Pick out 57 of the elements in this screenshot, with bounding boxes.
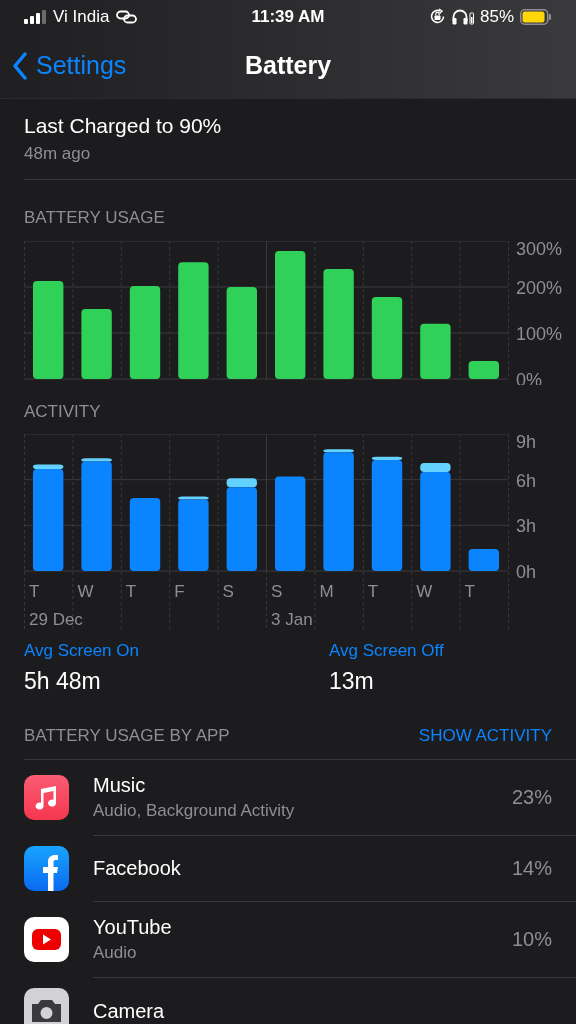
back-chevron-icon bbox=[12, 51, 28, 80]
axis-label: 3h bbox=[516, 516, 537, 537]
axis-label: 9h bbox=[516, 434, 537, 452]
clock-time: 11:39 AM bbox=[251, 5, 325, 28]
axis-label: 200% bbox=[516, 278, 563, 298]
chart-bar bbox=[420, 323, 451, 379]
youtube-icon bbox=[24, 917, 69, 962]
music-note-icon bbox=[24, 775, 69, 820]
app-usage-percent: 10% bbox=[511, 927, 552, 952]
app-name: YouTube bbox=[93, 915, 173, 940]
axis-label: T bbox=[125, 582, 137, 601]
app-name: Music bbox=[93, 773, 147, 798]
axis-label: 300% bbox=[516, 241, 563, 259]
app-usage-percent: 14% bbox=[511, 856, 552, 881]
axis-label: 6h bbox=[516, 470, 537, 491]
carrier-name: Vi India bbox=[53, 5, 110, 28]
section-header: ACTIVITY bbox=[24, 401, 102, 423]
orientation-lock-icon bbox=[428, 8, 446, 25]
app-name: Camera bbox=[93, 998, 166, 1024]
last-charged-time: 48m ago bbox=[24, 143, 92, 165]
axis-label: T bbox=[464, 582, 475, 601]
axis-label: S bbox=[222, 582, 234, 601]
axis-label: T bbox=[367, 582, 379, 601]
axis-label: 100% bbox=[516, 324, 563, 344]
axis-label: S bbox=[271, 582, 283, 601]
app-activity: Audio bbox=[93, 942, 138, 964]
axis-label: W bbox=[416, 582, 433, 601]
headphones-icon bbox=[451, 8, 474, 25]
link-icon bbox=[116, 9, 139, 24]
axis-label: 0h bbox=[516, 562, 537, 582]
average-value: 5h 48m bbox=[24, 667, 102, 696]
battery-percentage: 85% bbox=[479, 5, 514, 28]
chart-bar bbox=[81, 309, 112, 379]
last-charged-title: Last Charged to 90% bbox=[24, 113, 223, 139]
chart-bar bbox=[468, 548, 499, 571]
date-label: 3 Jan bbox=[271, 610, 313, 629]
app-activity: Audio, Background Activity bbox=[93, 800, 296, 822]
app-usage-percent: 23% bbox=[511, 785, 552, 810]
page-title: Battery bbox=[244, 49, 332, 81]
show-activity-link[interactable]: SHOW ACTIVITY bbox=[418, 723, 552, 749]
facebook-icon bbox=[24, 846, 69, 891]
axis-label: W bbox=[77, 582, 94, 601]
battery-icon bbox=[520, 8, 552, 25]
section-header: BATTERY USAGE bbox=[24, 207, 166, 229]
axis-label: M bbox=[319, 582, 334, 601]
average-value: 13m bbox=[329, 667, 375, 696]
signal-icon bbox=[24, 9, 46, 24]
camera-icon bbox=[24, 988, 69, 1024]
axis-label: F bbox=[174, 582, 185, 601]
average-label: Avg Screen Off bbox=[329, 640, 445, 662]
date-label: 29 Dec bbox=[29, 610, 83, 629]
chart-bar bbox=[468, 361, 499, 379]
back-button[interactable]: Settings bbox=[12, 46, 127, 85]
axis-label: T bbox=[29, 582, 40, 601]
average-label: Avg Screen On bbox=[24, 640, 140, 662]
section-header: BATTERY USAGE BY APP bbox=[24, 725, 230, 747]
app-name: Facebook bbox=[93, 856, 182, 881]
